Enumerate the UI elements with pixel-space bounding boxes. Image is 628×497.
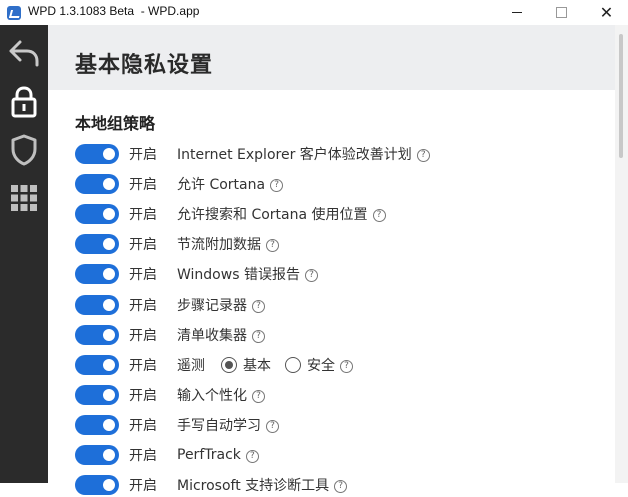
sidebar-item-privacy[interactable] <box>0 82 48 122</box>
policy-label: Microsoft 支持诊断工具 <box>177 478 330 495</box>
toggle-state-label: 开启 <box>129 207 157 224</box>
radio-label: 基本 <box>243 357 271 374</box>
policy-label: Windows 错误报告 <box>177 267 300 284</box>
policy-row: 开启 PerfTrack? <box>75 443 615 467</box>
radio-option[interactable]: 安全? <box>285 355 353 375</box>
policy-row: 开启 遥测 基本 安全? <box>75 353 615 377</box>
scrollbar-thumb[interactable] <box>619 34 623 158</box>
help-icon[interactable]: ? <box>372 209 386 223</box>
help-icon[interactable]: ? <box>270 179 284 193</box>
radio-option[interactable]: 基本 <box>221 355 271 375</box>
help-icon[interactable]: ? <box>340 359 353 373</box>
help-icon[interactable]: ? <box>252 329 265 343</box>
toggle-state-label: 开启 <box>129 327 157 344</box>
policy-toggle[interactable] <box>75 475 119 496</box>
policy-toggle[interactable] <box>75 354 119 375</box>
help-icon[interactable]: ? <box>416 149 430 162</box>
policy-label: 步骤记录器 <box>177 297 247 314</box>
policy-toggle[interactable] <box>75 294 119 315</box>
minimize-icon <box>511 12 522 13</box>
shield-icon <box>11 134 37 166</box>
policy-row: 开启 允许 Cortana? <box>75 172 615 196</box>
title-bar: WPD 1.3.1083 Beta - WPD.app ✕ <box>0 0 628 25</box>
policy-row: 开启 步骤记录器? <box>75 293 615 317</box>
sidebar-item-apps[interactable] <box>0 178 48 218</box>
lock-icon <box>11 86 37 118</box>
help-icon[interactable]: ? <box>304 269 318 283</box>
page-title: 基本隐私设置 <box>75 53 214 78</box>
policy-toggle[interactable] <box>75 144 119 164</box>
policy-toggle[interactable] <box>75 414 119 435</box>
policy-toggle[interactable] <box>75 174 119 195</box>
policy-label: 允许搜索和 Cortana 使用位置 <box>177 207 368 224</box>
policy-label: 遥测 <box>177 357 205 374</box>
toggle-state-label: 开启 <box>129 297 157 314</box>
policy-label: Internet Explorer 客户体验改善计划 <box>177 147 412 163</box>
policy-toggle[interactable] <box>75 324 119 345</box>
policy-row: 开启 清单收集器? <box>75 323 615 347</box>
close-button[interactable]: ✕ <box>584 0 628 25</box>
toggle-state-label: 开启 <box>129 357 157 374</box>
help-icon[interactable]: ? <box>245 450 259 463</box>
toggle-state-label: 开启 <box>129 147 157 163</box>
sidebar-item-security[interactable] <box>0 130 48 170</box>
radio-button[interactable] <box>285 356 301 373</box>
policy-toggle[interactable] <box>75 445 119 465</box>
toggle-state-label: 开启 <box>129 237 157 254</box>
policy-label: PerfTrack <box>177 447 241 463</box>
toggle-state-label: 开启 <box>129 448 157 464</box>
policy-row: 开启 手写自动学习? <box>75 413 615 437</box>
toggle-state-label: 开启 <box>129 417 157 434</box>
policy-toggle[interactable] <box>75 384 119 405</box>
policy-toggle[interactable] <box>75 234 119 255</box>
policy-label: 输入个性化 <box>177 387 247 404</box>
toggle-state-label: 开启 <box>129 478 157 495</box>
sidebar <box>0 25 48 483</box>
back-arrow-icon <box>9 40 39 67</box>
toggle-state-label: 开启 <box>129 387 157 404</box>
sidebar-item-back[interactable] <box>0 33 48 73</box>
page-header: 基本隐私设置 <box>48 25 615 90</box>
section-title: 本地组策略 <box>75 114 156 133</box>
policy-row: 开启 Windows 错误报告? <box>75 262 615 286</box>
policy-label: 手写自动学习 <box>177 417 261 434</box>
policy-toggle[interactable] <box>75 204 119 225</box>
help-icon[interactable]: ? <box>266 419 279 433</box>
close-icon: ✕ <box>599 2 614 22</box>
app-logo-icon <box>7 6 21 20</box>
policy-row: 开启 Microsoft 支持诊断工具? <box>75 473 615 497</box>
help-icon[interactable]: ? <box>334 480 348 494</box>
radio-label: 安全 <box>307 357 335 374</box>
policy-label: 清单收集器 <box>177 327 247 344</box>
toggle-state-label: 开启 <box>129 177 157 194</box>
policy-row: 开启 节流附加数据? <box>75 232 615 256</box>
maximize-button[interactable] <box>539 0 584 25</box>
help-icon[interactable]: ? <box>252 299 265 313</box>
minimize-button[interactable] <box>494 0 539 25</box>
policy-label: 节流附加数据 <box>177 237 261 254</box>
window-title: WPD 1.3.1083 Beta - WPD.app <box>28 4 200 18</box>
maximize-icon <box>556 7 567 18</box>
policy-toggle[interactable] <box>75 264 119 285</box>
policy-row: 开启 Internet Explorer 客户体验改善计划? <box>75 142 615 166</box>
help-icon[interactable]: ? <box>266 239 279 253</box>
policy-row: 开启 允许搜索和 Cortana 使用位置? <box>75 202 615 226</box>
toggle-state-label: 开启 <box>129 267 157 284</box>
help-icon[interactable]: ? <box>252 389 265 403</box>
telemetry-level-radio-group: 基本 安全? <box>221 355 367 375</box>
policy-label: 允许 Cortana <box>177 177 266 194</box>
radio-button[interactable] <box>221 356 237 373</box>
grid-icon <box>11 185 37 211</box>
policy-row: 开启 输入个性化? <box>75 383 615 407</box>
